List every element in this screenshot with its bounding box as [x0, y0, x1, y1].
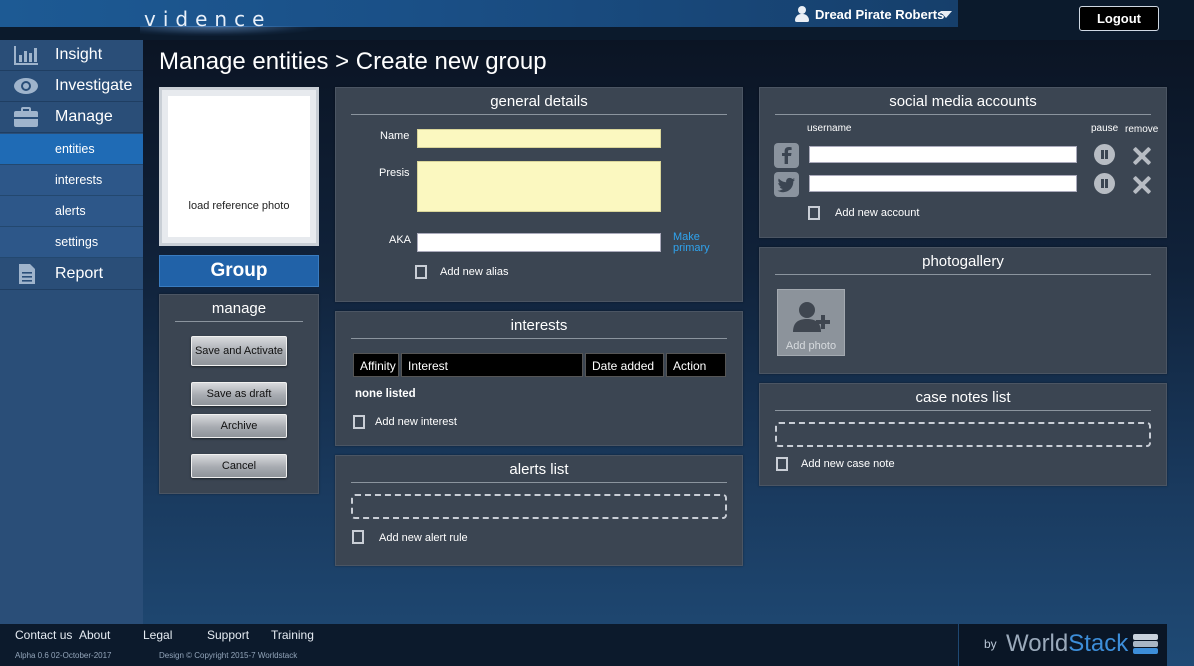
footer-link-legal[interactable]: Legal [143, 628, 172, 642]
presis-textarea[interactable] [417, 161, 661, 212]
sidebar-subitem-interests[interactable]: interests [0, 165, 143, 196]
sidebar-subitem-label: alerts [55, 204, 86, 218]
eye-icon [14, 78, 38, 94]
entity-type-button[interactable]: Group [159, 255, 319, 287]
page-title: Manage entities > Create new group [159, 48, 547, 75]
briefcase-icon [14, 107, 38, 127]
twitter-icon [774, 172, 799, 197]
add-alias-checkbox[interactable] [415, 265, 427, 279]
close-icon[interactable] [1133, 176, 1151, 194]
make-primary-link[interactable]: Make primary [673, 232, 710, 254]
user-icon [795, 6, 809, 22]
footer-link-training[interactable]: Training [271, 628, 314, 642]
archive-button[interactable]: Archive [191, 414, 287, 438]
header: vidence Dread Pirate Roberts Logout [0, 0, 1194, 40]
column-header-action[interactable]: Action [666, 353, 726, 377]
name-input[interactable] [417, 129, 661, 148]
facebook-username-input[interactable] [809, 146, 1077, 163]
column-header-interest[interactable]: Interest [401, 353, 583, 377]
panel-title: manage [175, 300, 303, 322]
add-user-icon [793, 302, 830, 332]
add-interest-checkbox[interactable] [353, 415, 365, 429]
column-header-affinity[interactable]: Affinity [353, 353, 399, 377]
add-photo-label: Add photo [785, 340, 837, 352]
add-case-note-checkbox[interactable] [776, 457, 788, 471]
bar-chart-icon [14, 46, 38, 65]
sidebar-item-label: Report [55, 265, 104, 282]
app-logo[interactable]: vidence [144, 7, 271, 31]
save-and-activate-button[interactable]: Save and Activate [191, 336, 287, 366]
sidebar-item-manage[interactable]: Manage [0, 102, 143, 133]
pause-header: pause [1091, 123, 1119, 134]
add-alert-checkbox[interactable] [352, 530, 364, 544]
brand-by: by [984, 637, 997, 651]
facebook-icon [774, 143, 799, 168]
brand-name-part2: Stack [1068, 630, 1129, 657]
add-account-checkbox[interactable] [808, 206, 820, 220]
make-primary-line2: primary [673, 242, 710, 254]
username-header: username [807, 123, 852, 134]
sidebar-item-insight[interactable]: Insight [0, 40, 143, 71]
sidebar-subitem-label: entities [55, 142, 95, 156]
remove-header: remove [1125, 124, 1159, 135]
panel-title: general details [351, 93, 727, 115]
sidebar-subitem-entities[interactable]: entities [0, 134, 143, 165]
interests-empty-text: none listed [355, 388, 416, 400]
copyright-text: Design © Copyright 2015-7 Worldstack [159, 651, 298, 660]
stack-icon [1133, 634, 1158, 654]
add-alias-label[interactable]: Add new alias [440, 266, 509, 278]
pause-icon[interactable] [1094, 173, 1115, 194]
logout-button[interactable]: Logout [1079, 6, 1159, 31]
photo-label: load reference photo [188, 200, 290, 212]
sidebar-item-investigate[interactable]: Investigate [0, 71, 143, 102]
column-header-date-added[interactable]: Date added [585, 353, 664, 377]
add-interest-label[interactable]: Add new interest [375, 416, 457, 428]
user-menu[interactable]: Dread Pirate Roberts [795, 5, 944, 23]
sidebar-subitem-settings[interactable]: settings [0, 227, 143, 258]
panel-title: interests [351, 317, 727, 339]
brand-logo[interactable]: WorldStack [1006, 630, 1128, 658]
sidebar-subitem-label: settings [55, 235, 99, 249]
add-photo-button[interactable]: Add photo [777, 289, 845, 356]
add-case-note-label[interactable]: Add new case note [801, 458, 895, 470]
sidebar-item-label: Investigate [55, 77, 133, 94]
version-text: Alpha 0.6 02-October-2017 [15, 651, 112, 660]
panel-title: photogallery [775, 253, 1151, 275]
save-as-draft-button[interactable]: Save as draft [191, 382, 287, 406]
close-icon[interactable] [1133, 147, 1151, 165]
panel-title: case notes list [775, 389, 1151, 411]
add-alert-label[interactable]: Add new alert rule [379, 532, 468, 544]
brand-name-part1: World [1006, 630, 1069, 657]
reference-photo-upload[interactable]: load reference photo [159, 87, 319, 246]
cancel-button[interactable]: Cancel [191, 454, 287, 478]
panel-title: social media accounts [775, 93, 1151, 115]
sidebar-item-label: Insight [55, 46, 103, 63]
footer-link-about[interactable]: About [79, 628, 110, 642]
aka-label: AKA [389, 234, 412, 246]
footer-link-contact[interactable]: Contact us [15, 628, 72, 642]
sidebar: Insight Investigate Manage entities inte… [0, 40, 143, 624]
sidebar-subitem-alerts[interactable]: alerts [0, 196, 143, 227]
aka-input[interactable] [417, 233, 661, 252]
add-account-label[interactable]: Add new account [835, 207, 919, 219]
sidebar-subitem-label: interests [55, 173, 103, 187]
footer-link-support[interactable]: Support [207, 628, 249, 642]
user-name: Dread Pirate Roberts [815, 6, 945, 22]
document-icon [19, 264, 35, 284]
sidebar-item-report[interactable]: Report [0, 259, 143, 290]
name-label: Name [380, 130, 410, 142]
chevron-down-icon[interactable] [940, 11, 952, 18]
alerts-dropzone [351, 494, 727, 519]
sidebar-item-label: Manage [55, 108, 113, 125]
case-notes-dropzone [775, 422, 1151, 447]
app-window: vidence Dread Pirate Roberts Logout Insi… [0, 0, 1194, 666]
panel-title: alerts list [351, 461, 727, 483]
presis-label: Presis [379, 167, 410, 179]
twitter-username-input[interactable] [809, 175, 1077, 192]
pause-icon[interactable] [1094, 144, 1115, 165]
